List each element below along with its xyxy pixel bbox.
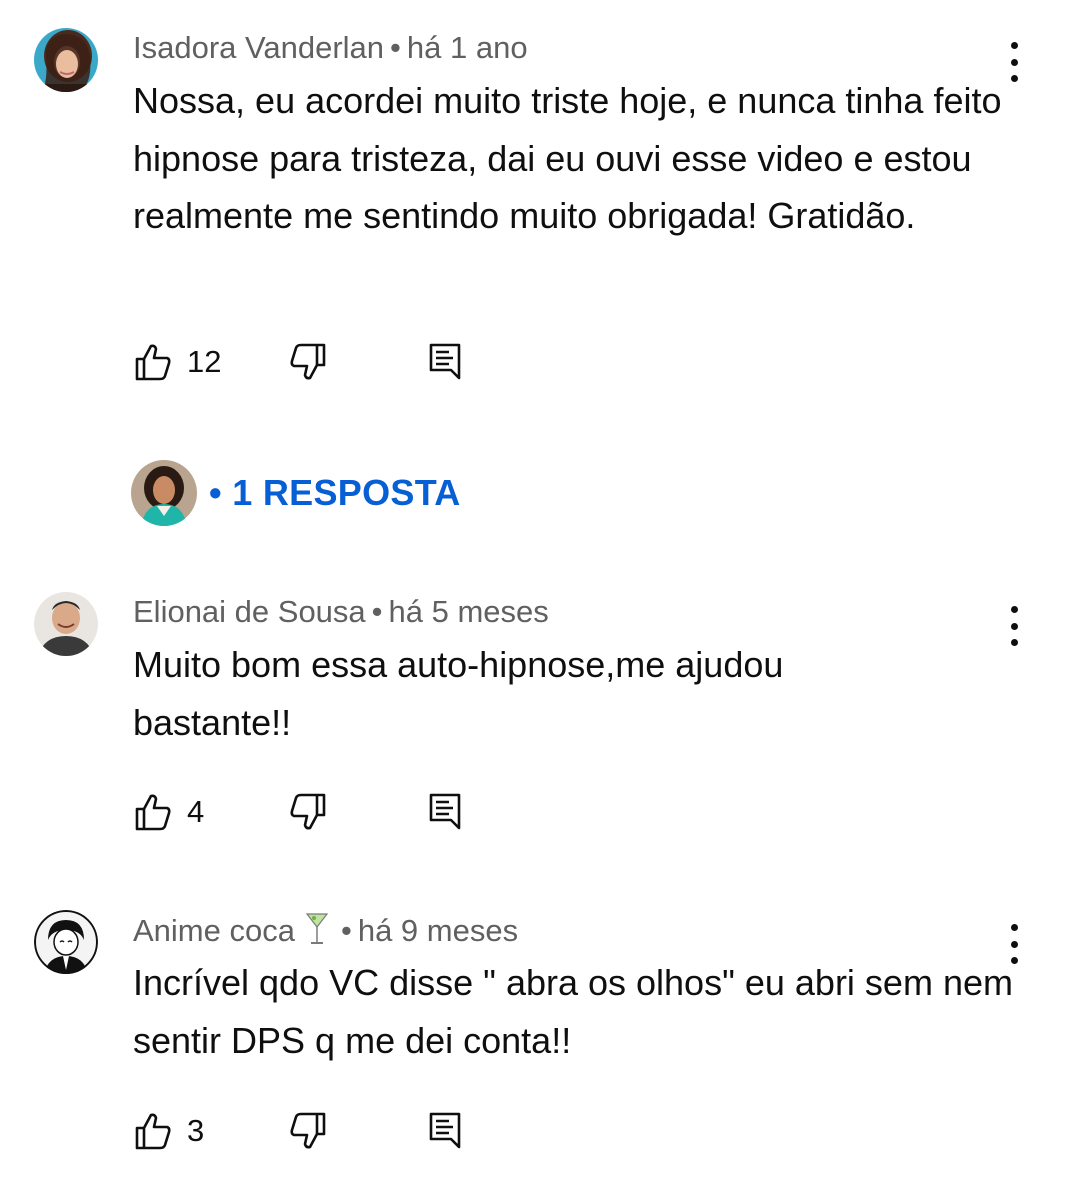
thumbs-up-icon — [133, 1111, 173, 1151]
like-count: 3 — [187, 1113, 205, 1148]
like-count: 12 — [187, 344, 222, 379]
author-avatar[interactable] — [34, 910, 98, 974]
author-avatar[interactable] — [34, 28, 98, 92]
meta-separator: • — [340, 913, 352, 949]
author-name[interactable]: Anime coca — [133, 913, 295, 948]
comment-text: Muito bom essa auto-hipnose,me ajudou ba… — [133, 644, 784, 743]
thumbs-up-icon — [133, 342, 173, 382]
comment-meta: Isadora Vanderlan • há 1 ano — [133, 30, 528, 66]
comment-item: Anime coca • há 9 meses Incrível qdo VC di… — [0, 880, 1080, 1199]
meta-separator: • — [390, 30, 401, 65]
like-button[interactable]: 4 — [133, 790, 204, 834]
comment-reply-icon — [429, 1111, 463, 1151]
reply-button[interactable] — [429, 790, 463, 834]
reply-author-avatar — [131, 460, 197, 526]
comment-time[interactable]: há 1 ano — [407, 30, 528, 65]
dislike-button[interactable] — [288, 1109, 328, 1153]
comment-item: Elionai de Sousa • há 5 meses Muito bom es… — [0, 560, 1080, 860]
comment-time[interactable]: há 9 meses — [358, 913, 518, 948]
comment-reply-icon — [429, 792, 463, 832]
thumbs-down-icon — [288, 1111, 328, 1151]
author-name[interactable]: Isadora Vanderlan — [133, 30, 384, 65]
author-name[interactable]: Elionai de Sousa — [133, 594, 366, 629]
comment-time[interactable]: há 5 meses — [389, 594, 549, 629]
author-avatar[interactable] — [34, 592, 98, 656]
like-count: 4 — [187, 794, 205, 829]
like-button[interactable]: 12 — [133, 340, 221, 384]
comment-item: Isadora Vanderlan • há 1 ano Nossa, eu aco… — [0, 0, 1080, 440]
reply-button[interactable] — [429, 340, 463, 384]
like-button[interactable]: 3 — [133, 1109, 204, 1153]
comment-text: Incrível qdo VC disse " abra os olhos" e… — [133, 962, 1013, 1061]
dislike-button[interactable] — [288, 790, 328, 834]
reply-button[interactable] — [429, 1109, 463, 1153]
meta-separator: • — [371, 594, 383, 629]
view-replies-button[interactable]: • 1 RESPOSTA — [131, 460, 461, 526]
thumbs-down-icon — [288, 342, 328, 382]
comment-meta: Elionai de Sousa • há 5 meses — [133, 594, 549, 630]
comment-meta: Anime coca • há 9 meses — [133, 912, 518, 954]
comment-reply-icon — [429, 342, 463, 382]
comment-text: Nossa, eu acordei muito triste hoje, e n… — [133, 80, 1002, 236]
reply-count-label[interactable]: • 1 RESPOSTA — [209, 472, 461, 514]
more-vertical-icon[interactable] — [998, 604, 1030, 648]
thumbs-up-icon — [133, 792, 173, 832]
cocktail-glass-icon — [305, 912, 329, 954]
dislike-button[interactable] — [288, 340, 328, 384]
thumbs-down-icon — [288, 792, 328, 832]
